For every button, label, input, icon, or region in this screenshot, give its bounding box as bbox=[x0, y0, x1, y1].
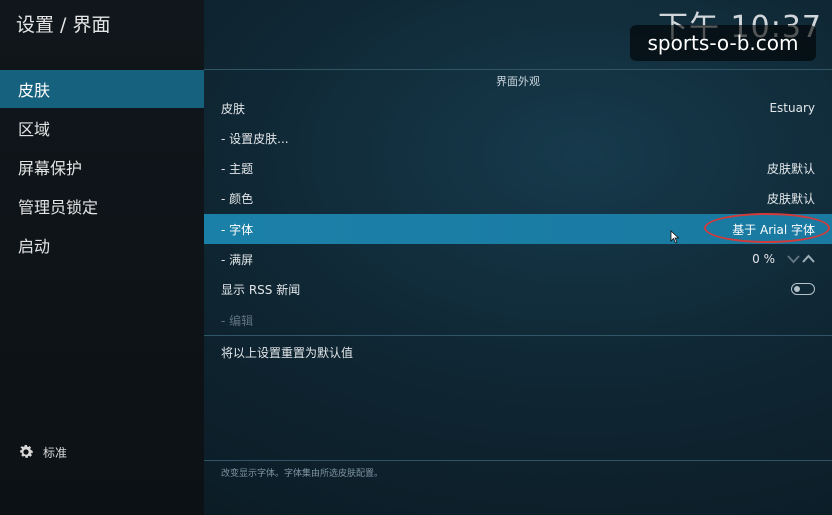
setting-label: - 设置皮肤... bbox=[221, 131, 289, 146]
setting-row-theme[interactable]: - 主题 皮肤默认 bbox=[204, 153, 832, 183]
sidebar-item-label: 管理员锁定 bbox=[18, 198, 99, 217]
setting-row-colors[interactable]: - 颜色 皮肤默认 bbox=[204, 183, 832, 213]
setting-row-skin[interactable]: 皮肤 Estuary bbox=[204, 93, 832, 123]
sidebar-item-skin[interactable]: 皮肤 bbox=[0, 70, 204, 108]
highlight-ring bbox=[704, 213, 830, 243]
setting-description: 改变显示字体。字体集由所选皮肤配置。 bbox=[221, 469, 384, 479]
divider bbox=[204, 460, 832, 461]
app-root: 设置 / 界面 皮肤 区域 屏幕保护 管理员锁定 启动 标准 界面外观 皮肤 E… bbox=[0, 0, 832, 515]
setting-label: - 颜色 bbox=[221, 191, 254, 206]
setting-label: - 字体 bbox=[221, 222, 254, 237]
setting-row-show-rss[interactable]: 显示 RSS 新闻 bbox=[204, 274, 832, 304]
sidebar-item-region[interactable]: 区域 bbox=[0, 109, 204, 147]
cursor-icon bbox=[670, 230, 680, 244]
chevron-up-icon[interactable] bbox=[802, 254, 815, 264]
breadcrumb: 设置 / 界面 bbox=[16, 14, 111, 36]
sidebar-item-label: 启动 bbox=[18, 237, 51, 256]
sidebar-item-screensaver[interactable]: 屏幕保护 bbox=[0, 148, 204, 186]
spinner-arrows bbox=[787, 254, 815, 264]
setting-label: 皮肤 bbox=[221, 101, 246, 116]
reset-defaults-button[interactable]: 将以上设置重置为默认值 bbox=[204, 337, 832, 367]
settings-level-button[interactable]: 标准 bbox=[17, 443, 67, 461]
setting-label: - 主题 bbox=[221, 161, 254, 176]
reset-defaults-label: 将以上设置重置为默认值 bbox=[221, 345, 354, 360]
setting-label: - 满屏 bbox=[221, 252, 254, 267]
divider bbox=[204, 335, 832, 336]
setting-value: 皮肤默认 bbox=[766, 161, 815, 176]
setting-value: 0 % bbox=[752, 252, 775, 266]
divider bbox=[204, 69, 832, 70]
setting-value: 皮肤默认 bbox=[766, 191, 815, 206]
setting-row-zoom[interactable]: - 满屏 0 % bbox=[204, 244, 832, 274]
toggle-icon[interactable] bbox=[791, 283, 815, 295]
sidebar-item-label: 皮肤 bbox=[18, 81, 51, 100]
setting-row-configure-skin[interactable]: - 设置皮肤... bbox=[204, 123, 832, 153]
sidebar-item-label: 区域 bbox=[18, 120, 51, 139]
sidebar-item-label: 屏幕保护 bbox=[18, 159, 83, 178]
settings-level-label: 标准 bbox=[43, 445, 68, 460]
setting-label: - 编辑 bbox=[221, 313, 254, 328]
sidebar-item-master-lock[interactable]: 管理员锁定 bbox=[0, 187, 204, 225]
zoom-spinner: 0 % bbox=[752, 252, 815, 266]
setting-row-edit-rss: - 编辑 bbox=[204, 305, 832, 335]
chevron-down-icon[interactable] bbox=[787, 254, 800, 264]
main-panel: 界面外观 皮肤 Estuary - 设置皮肤... - 主题 皮肤默认 - 颜色… bbox=[204, 0, 832, 515]
gear-icon bbox=[20, 444, 34, 458]
watermark: sports-o-b.com bbox=[630, 25, 816, 61]
setting-label: 显示 RSS 新闻 bbox=[221, 282, 301, 297]
sidebar: 设置 / 界面 皮肤 区域 屏幕保护 管理员锁定 启动 标准 bbox=[0, 0, 204, 515]
sidebar-item-startup[interactable]: 启动 bbox=[0, 226, 204, 264]
setting-value: Estuary bbox=[769, 101, 815, 115]
section-title: 界面外观 bbox=[496, 75, 540, 88]
